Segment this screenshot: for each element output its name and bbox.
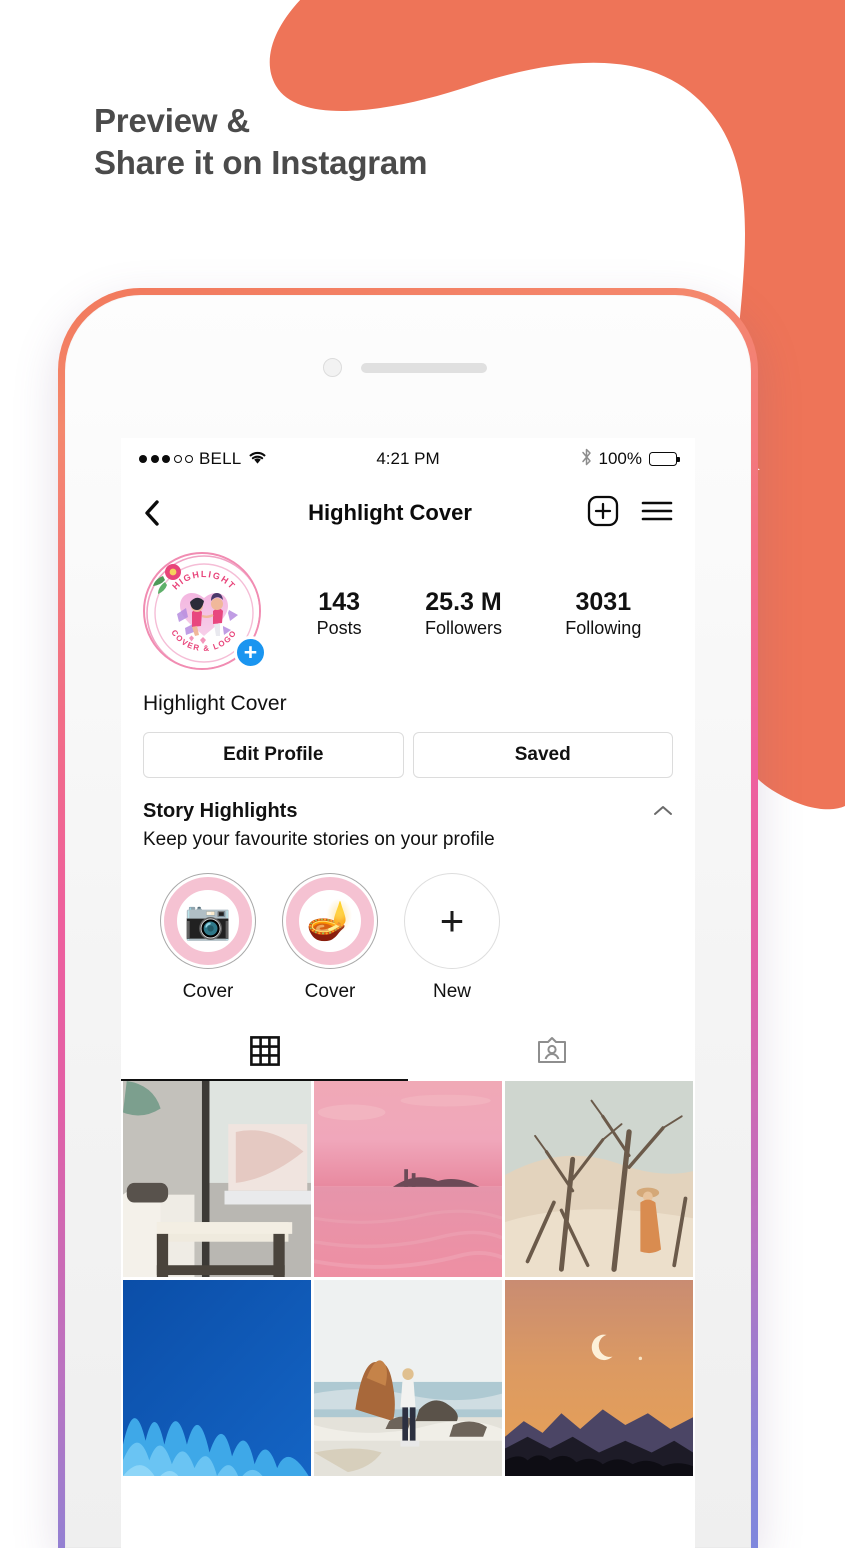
profile-display-name: Highlight Cover [143, 692, 287, 715]
chevron-up-icon[interactable] [653, 800, 673, 822]
phone-mockup-frame: BELL 4:21 PM 100% Highlight Cover HIGHLI… [58, 288, 758, 1548]
highlight-item-new[interactable]: + New [391, 873, 513, 1003]
highlight-item-cover-2[interactable]: 🪔 Cover [269, 873, 391, 1003]
story-highlights-subtitle: Keep your favourite stories on your prof… [143, 829, 495, 850]
tab-tagged[interactable] [408, 1027, 695, 1081]
front-camera-icon [323, 358, 342, 377]
grid-photo-beach-rock-person[interactable] [314, 1280, 502, 1476]
highlight-cover-thumb-1[interactable]: 📷 [160, 873, 256, 969]
phone-screen: BELL 4:21 PM 100% Highlight Cover HIGHLI… [121, 438, 695, 1548]
hamburger-menu-icon[interactable] [641, 499, 673, 528]
back-button[interactable] [143, 499, 177, 527]
plus-square-icon[interactable] [587, 495, 619, 532]
diya-candles-emoji-icon: 🪔 [306, 900, 354, 942]
stat-following-label: Following [565, 618, 642, 638]
page-headline: Preview & Share it on Instagram [94, 100, 427, 184]
stat-followers-number: 25.3 M [425, 587, 502, 616]
story-highlights-texts: Story Highlights Keep your favourite sto… [143, 800, 653, 851]
headline-line-1: Preview & [94, 102, 250, 139]
status-bar-right: 100% [440, 448, 680, 471]
camera-emoji-icon: 📷 [184, 900, 232, 942]
photo-grid [121, 1081, 695, 1476]
carrier-label: BELL [199, 449, 242, 468]
page-title: Highlight Cover [308, 500, 472, 525]
story-highlights-list: 📷 Cover 🪔 Cover + New [121, 851, 695, 1003]
highlight-label-1: Cover [182, 981, 234, 1002]
saved-button[interactable]: Saved [412, 732, 673, 778]
profile-stats: 143 Posts 25.3 M Followers 3031 Followin… [265, 587, 673, 640]
stat-posts-number: 143 [318, 587, 361, 616]
highlight-cover-thumb-2[interactable]: 🪔 [282, 873, 378, 969]
highlight-label-2: Cover [304, 981, 356, 1002]
phone-top-bezel [65, 295, 751, 438]
stat-posts[interactable]: 143 Posts [317, 587, 362, 640]
stat-following-number: 3031 [575, 587, 632, 616]
grid-photo-blue-abstract-waves[interactable] [123, 1280, 311, 1476]
bluetooth-icon [581, 448, 592, 471]
grid-photo-orange-moon-mountains[interactable] [505, 1280, 693, 1476]
profile-action-buttons: Edit Profile Saved [121, 716, 695, 778]
grid-photo-pink-sunset-water[interactable] [314, 1081, 502, 1277]
headline-line-2: Share it on Instagram [94, 144, 428, 182]
stat-following[interactable]: 3031 Following [565, 587, 641, 640]
story-highlights-header: Story Highlights Keep your favourite sto… [121, 778, 695, 851]
highlight-label-new: New [432, 981, 471, 1002]
grid-photo-interior-laptop[interactable] [123, 1081, 311, 1277]
battery-icon [649, 452, 680, 466]
highlight-item-cover-1[interactable]: 📷 Cover [147, 873, 269, 1003]
avatar-wrapper[interactable]: HIGHLIGHT COVER & LOGO + [143, 552, 267, 674]
new-highlight-button[interactable]: + [404, 873, 500, 969]
status-bar-left: BELL [139, 449, 376, 470]
profile-tabs [121, 1027, 695, 1081]
signal-strength-icon [139, 455, 193, 463]
profile-header: HIGHLIGHT COVER & LOGO + 143 Posts 25.3 … [121, 546, 695, 674]
story-highlights-title: Story Highlights [143, 800, 298, 822]
status-bar: BELL 4:21 PM 100% [121, 438, 695, 480]
tab-grid[interactable] [121, 1027, 408, 1081]
battery-percentage-label: 100% [598, 449, 642, 468]
plus-icon: + [439, 897, 465, 944]
edit-profile-button[interactable]: Edit Profile [143, 732, 404, 778]
nav-actions [587, 495, 673, 532]
phone-body: BELL 4:21 PM 100% Highlight Cover HIGHLI… [65, 295, 751, 1548]
stat-followers[interactable]: 25.3 M Followers [425, 587, 502, 640]
stat-followers-label: Followers [424, 618, 502, 638]
app-nav-bar: Highlight Cover [121, 480, 695, 546]
tagged-person-icon [537, 1036, 567, 1071]
stat-posts-label: Posts [316, 618, 362, 638]
grid-photo-desert-trees-woman[interactable] [505, 1081, 693, 1277]
status-bar-clock: 4:21 PM [376, 449, 440, 468]
grid-icon [249, 1035, 280, 1071]
add-story-badge[interactable]: + [234, 636, 267, 669]
earpiece-speaker [361, 363, 487, 373]
wifi-icon [247, 449, 268, 470]
